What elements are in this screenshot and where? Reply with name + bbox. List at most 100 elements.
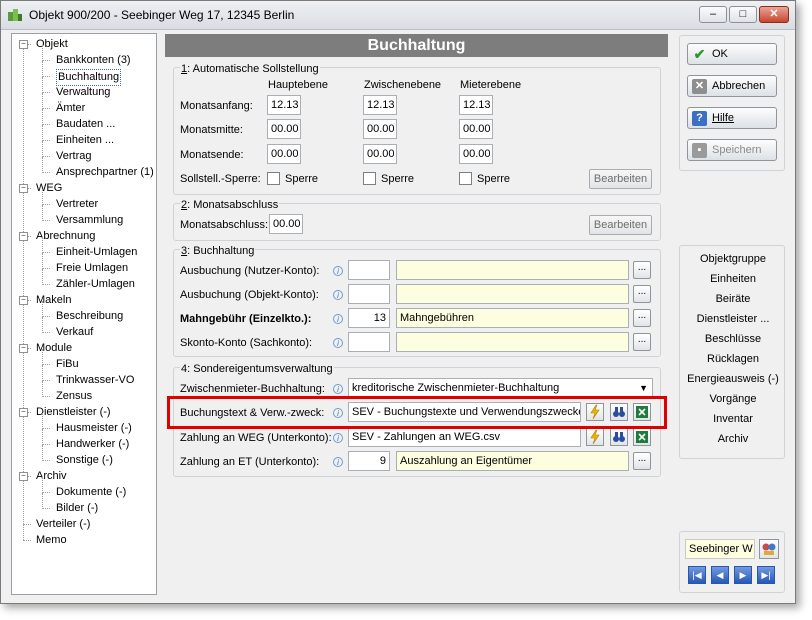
account-name-field[interactable] (396, 284, 629, 304)
nav-last-button[interactable]: ▶| (757, 566, 775, 584)
tree-item[interactable]: Ämter (56, 101, 85, 116)
side-link[interactable]: Objektgruppe (681, 253, 785, 265)
tree-item[interactable]: Memo (36, 533, 67, 548)
cancel-button[interactable]: ✕ Abbrechen (687, 75, 777, 97)
info-icon[interactable]: i (333, 433, 343, 443)
tree-item[interactable]: Vertreter (56, 197, 98, 212)
ok-button[interactable]: ✔ OK (687, 43, 777, 65)
monatsende-zwischen[interactable]: 00.00 (363, 144, 397, 164)
sperre-mieter-checkbox[interactable] (459, 172, 472, 185)
search-record-icon[interactable] (759, 539, 779, 559)
expand-toggle-icon[interactable]: − (19, 472, 28, 481)
tree-item[interactable]: Zähler-Umlagen (56, 277, 135, 292)
nav-next-button[interactable]: ▶ (734, 566, 752, 584)
tree-item[interactable]: Buchhaltung (56, 69, 122, 86)
tree-item[interactable]: FiBu (56, 357, 79, 372)
help-button[interactable]: ? Hilfe (687, 107, 777, 129)
zwischenmieter-select[interactable]: kreditorische Zwischenmieter-Buchhaltung… (348, 378, 653, 398)
tree-item[interactable]: Beschreibung (56, 309, 123, 324)
tree-item[interactable]: Hausmeister (-) (56, 421, 132, 436)
close-button[interactable]: ✕ (759, 6, 789, 23)
side-link[interactable]: Beschlüsse (681, 333, 785, 345)
expand-toggle-icon[interactable]: − (19, 232, 28, 241)
side-link[interactable]: Dienstleister ... (681, 313, 785, 325)
navigation-tree[interactable]: − Objekt Bankkonten (3) Buchhaltung Verwaltu… (11, 33, 157, 595)
info-icon[interactable]: i (333, 290, 343, 300)
browse-button[interactable]: ... (633, 333, 651, 351)
tree-item[interactable]: Bilder (-) (56, 501, 98, 516)
side-link[interactable]: Energieausweis (-) (681, 373, 785, 385)
side-link[interactable]: Inventar (681, 413, 785, 425)
tree-item[interactable]: Verkauf (56, 325, 93, 340)
monatsende-mieter[interactable]: 00.00 (459, 144, 493, 164)
tree-item[interactable]: Einheit-Umlagen (56, 245, 137, 260)
maximize-button[interactable]: □ (729, 6, 757, 23)
browse-button[interactable]: ... (633, 285, 651, 303)
title-bar[interactable]: Objekt 900/200 - Seebinger Weg 17, 12345… (1, 1, 795, 30)
monatsmitte-mieter[interactable]: 00.00 (459, 119, 493, 139)
side-link[interactable]: Rücklagen (681, 353, 785, 365)
expand-toggle-icon[interactable]: − (19, 344, 28, 353)
lightning-icon[interactable] (586, 428, 604, 446)
expand-toggle-icon[interactable]: − (19, 296, 28, 305)
account-number-input[interactable] (348, 260, 390, 280)
tree-item[interactable]: Verteiler (-) (36, 517, 90, 532)
monatsabschluss-input[interactable]: 00.00 (269, 214, 303, 234)
monatsanfang-haupt[interactable]: 12.13 (267, 95, 301, 115)
nav-first-button[interactable]: |◀ (688, 566, 706, 584)
tree-item[interactable]: WEG (36, 181, 62, 196)
minimize-button[interactable]: – (699, 6, 727, 23)
expand-toggle-icon[interactable]: − (19, 184, 28, 193)
sollstellung-edit-button[interactable]: Bearbeiten (589, 169, 652, 189)
account-name-field[interactable] (396, 332, 629, 352)
zahlung-weg-input[interactable]: SEV - Zahlungen an WEG.csv (348, 427, 581, 447)
side-link[interactable]: Einheiten (681, 273, 785, 285)
account-number-input[interactable] (348, 332, 390, 352)
monatsanfang-mieter[interactable]: 12.13 (459, 95, 493, 115)
excel-icon[interactable] (633, 428, 651, 446)
account-number-input[interactable] (348, 284, 390, 304)
account-name-field[interactable]: Mahngebühren (396, 308, 629, 328)
browse-button[interactable]: ... (633, 309, 651, 327)
browse-button[interactable]: ... (633, 261, 651, 279)
monatsanfang-zwischen[interactable]: 12.13 (363, 95, 397, 115)
tree-item[interactable]: Vertrag (56, 149, 91, 164)
tree-item[interactable]: Sonstige (-) (56, 453, 113, 468)
binoculars-icon[interactable] (610, 428, 628, 446)
info-icon[interactable]: i (333, 314, 343, 324)
sperre-haupt-checkbox[interactable] (267, 172, 280, 185)
info-icon[interactable]: i (333, 338, 343, 348)
info-icon[interactable]: i (333, 384, 343, 394)
nav-prev-button[interactable]: ◀ (711, 566, 729, 584)
side-link[interactable]: Archiv (681, 433, 785, 445)
tree-item[interactable]: Abrechnung (36, 229, 95, 244)
monatsabschluss-edit-button[interactable]: Bearbeiten (589, 215, 652, 235)
info-icon[interactable]: i (333, 457, 343, 467)
monatsende-haupt[interactable]: 00.00 (267, 144, 301, 164)
tree-item[interactable]: Dienstleister (-) (36, 405, 111, 420)
tree-item[interactable]: Trinkwasser-VO (56, 373, 134, 388)
tree-item[interactable]: Freie Umlagen (56, 261, 128, 276)
info-icon[interactable]: i (333, 266, 343, 276)
account-name-field[interactable] (396, 260, 629, 280)
tree-item[interactable]: Ansprechpartner (1) (56, 165, 154, 180)
expand-toggle-icon[interactable]: − (19, 408, 28, 417)
tree-item[interactable]: Handwerker (-) (56, 437, 129, 452)
current-record-field[interactable]: Seebinger W (685, 539, 755, 559)
monatsmitte-haupt[interactable]: 00.00 (267, 119, 301, 139)
tree-item[interactable]: Versammlung (56, 213, 123, 228)
tree-item[interactable]: Archiv (36, 469, 67, 484)
monatsmitte-zwischen[interactable]: 00.00 (363, 119, 397, 139)
sperre-zwischen-checkbox[interactable] (363, 172, 376, 185)
tree-item[interactable]: Baudaten ... (56, 117, 115, 132)
tree-item[interactable]: Zensus (56, 389, 92, 404)
side-link[interactable]: Vorgänge (681, 393, 785, 405)
tree-item[interactable]: Bankkonten (3) (56, 53, 131, 68)
zahlung-et-number[interactable]: 9 (348, 451, 390, 471)
side-link[interactable]: Beiräte (681, 293, 785, 305)
account-number-input[interactable]: 13 (348, 308, 390, 328)
tree-item[interactable]: Einheiten ... (56, 133, 114, 148)
tree-item[interactable]: Dokumente (-) (56, 485, 126, 500)
tree-item[interactable]: Verwaltung (56, 85, 110, 100)
save-button[interactable]: ▪ Speichern (687, 139, 777, 161)
